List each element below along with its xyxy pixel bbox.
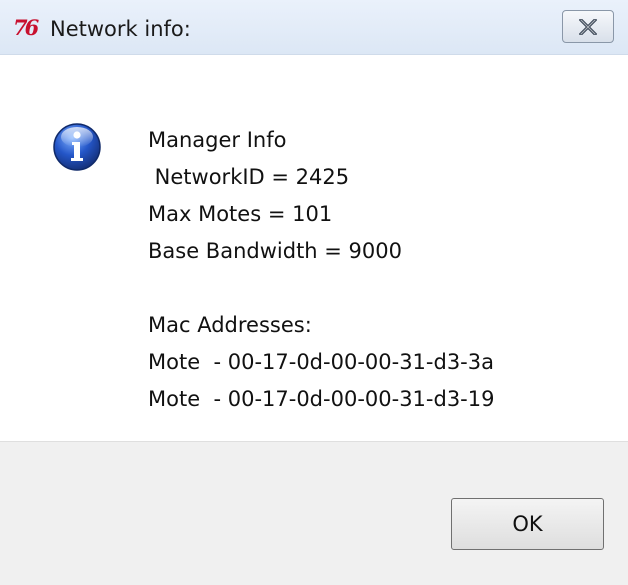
- dialog-content: Manager Info NetworkID = 2425 Max Motes …: [0, 56, 628, 441]
- window-title: Network info:: [50, 17, 191, 41]
- app-logo-icon: 76: [13, 15, 39, 40]
- message-line: Max Motes = 101: [148, 202, 333, 226]
- close-button[interactable]: [562, 10, 614, 43]
- message-line: Mote - 00-17-0d-00-00-31-d3-3a: [148, 350, 494, 374]
- title-bar: 76 Network info:: [0, 0, 628, 55]
- message-line: Manager Info: [148, 128, 287, 152]
- info-icon: [53, 123, 101, 171]
- ok-button[interactable]: OK: [451, 498, 604, 550]
- message-line: Base Bandwidth = 9000: [148, 239, 402, 263]
- dialog-footer: OK: [0, 441, 628, 585]
- message-line: Mac Addresses:: [148, 313, 312, 337]
- message-line: Mote - 00-17-0d-00-00-31-d3-19: [148, 387, 495, 411]
- message-line: NetworkID = 2425: [148, 165, 350, 189]
- app-logo-label: 76: [13, 15, 39, 40]
- message-text: Manager Info NetworkID = 2425 Max Motes …: [148, 122, 494, 418]
- message-line: [148, 270, 494, 307]
- close-icon: [579, 18, 597, 35]
